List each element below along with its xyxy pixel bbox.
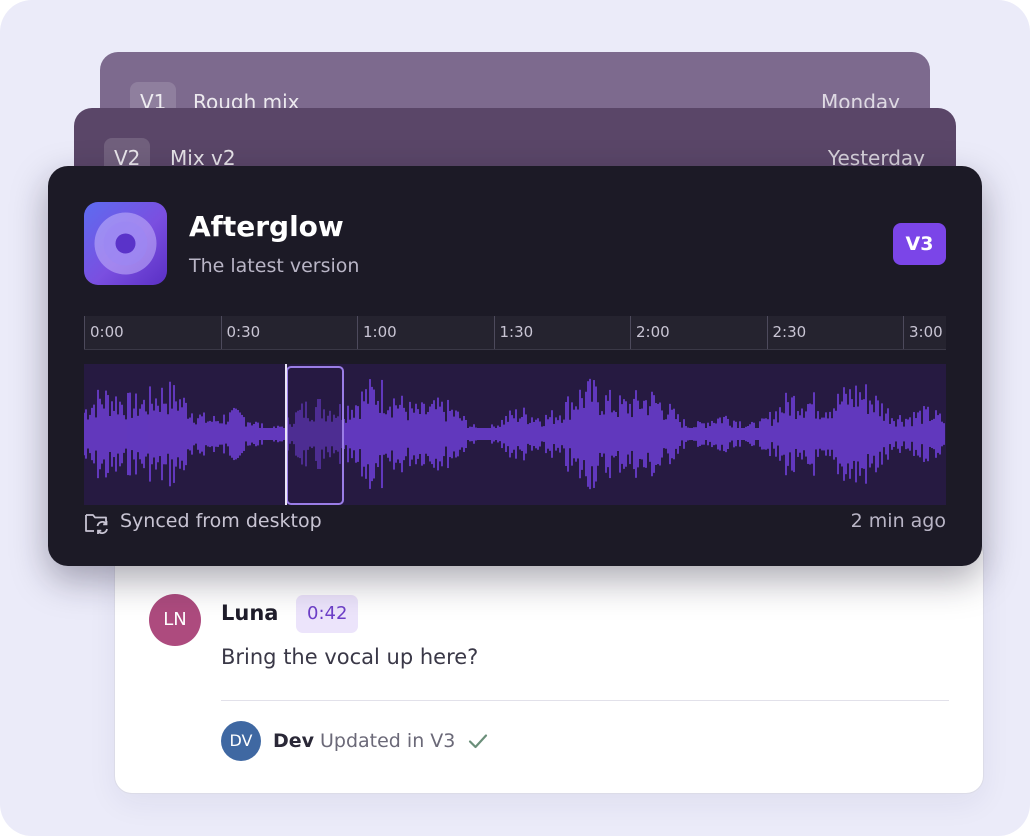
comment-timestamp[interactable]: 0:42 (296, 595, 359, 633)
album-cover (84, 202, 167, 285)
selection-region[interactable] (286, 366, 344, 505)
check-icon (468, 734, 488, 749)
track-title: Afterglow (189, 210, 344, 243)
timeline-tick: 1:00 (357, 316, 397, 349)
reply-author: Dev (273, 730, 315, 752)
timeline-tick: 2:00 (630, 316, 670, 349)
timeline-tick: 0:30 (220, 316, 260, 349)
current-version-card: Afterglow The latest version V3 0:00 0:30… (48, 166, 982, 566)
waveform-graphic (84, 378, 945, 490)
sync-time: 2 min ago (850, 510, 946, 532)
timeline-ruler[interactable]: 0:00 0:30 1:00 1:30 2:00 2:30 3:00 (84, 316, 946, 350)
folder-sync-icon (85, 514, 108, 534)
reply-text: Updated in V3 (320, 730, 456, 752)
comment-card: LN Luna 0:42 Bring the vocal up here? DV… (114, 536, 984, 794)
playhead[interactable] (285, 364, 287, 505)
divider (221, 700, 949, 701)
disc-icon (94, 212, 157, 275)
waveform[interactable] (84, 364, 946, 505)
timeline-tick: 0:00 (84, 316, 124, 349)
app-canvas: V1 Rough mix Monday V2 Mix v2 Yesterday … (0, 0, 1030, 836)
version-tag[interactable]: V3 (893, 223, 946, 265)
timeline-tick: 1:30 (493, 316, 533, 349)
timeline-tick: 3:00 (903, 316, 943, 349)
timeline-tick: 2:30 (766, 316, 806, 349)
avatar[interactable]: LN (149, 594, 201, 646)
track-subtitle: The latest version (189, 255, 360, 277)
comment-author: Luna (221, 601, 279, 625)
comment-text: Bring the vocal up here? (221, 645, 479, 669)
sync-status: Synced from desktop (120, 510, 322, 532)
reply-avatar[interactable]: DV (221, 721, 261, 761)
